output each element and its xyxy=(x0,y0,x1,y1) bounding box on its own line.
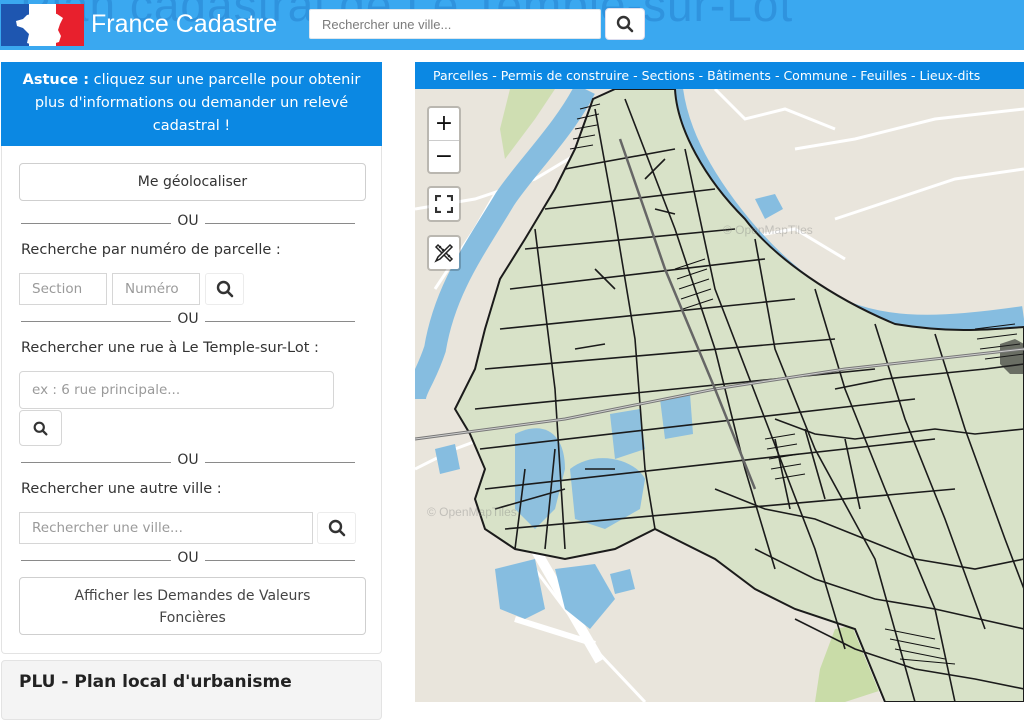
zoom-out-button[interactable]: − xyxy=(429,140,459,172)
map-pond xyxy=(660,394,693,439)
search-panel: Me géolocaliser OU Recherche par numéro … xyxy=(1,146,382,654)
tip-label: Astuce : xyxy=(22,72,90,88)
or-separator: OU xyxy=(21,452,355,470)
ruler-pencil-icon xyxy=(434,243,454,263)
street-search-button[interactable] xyxy=(19,410,62,446)
brand-name[interactable]: France Cadastre xyxy=(91,10,277,39)
map-layers-bar: Parcelles - Permis de construire - Sections -… xyxy=(415,62,1024,89)
search-icon xyxy=(328,519,345,537)
map-attribution-faded: © OpenMapTiles xyxy=(427,505,517,519)
zoom-in-button[interactable]: + xyxy=(429,108,459,140)
city-search-input[interactable] xyxy=(19,512,313,544)
or-separator: OU xyxy=(21,550,355,568)
parcel-number-input[interactable] xyxy=(112,273,200,305)
fullscreen-button[interactable] xyxy=(429,188,459,220)
section-input[interactable] xyxy=(19,273,107,305)
search-icon xyxy=(33,421,48,435)
measure-draw-button[interactable] xyxy=(429,237,459,269)
header-city-search-input[interactable] xyxy=(309,9,601,39)
dvf-button-line1: Afficher les Demandes de Valeurs xyxy=(74,588,311,604)
layer-commune[interactable]: Commune xyxy=(783,68,847,83)
tip-banner: Astuce : cliquez sur une parcelle pour o… xyxy=(1,62,382,146)
search-icon xyxy=(616,15,634,33)
layer-feuilles[interactable]: Feuilles xyxy=(860,68,907,83)
plu-title[interactable]: PLU - Plan local d'urbanisme xyxy=(19,672,292,692)
draw-control xyxy=(427,235,461,271)
street-search-input[interactable] xyxy=(19,371,334,409)
parcel-search-label: Recherche par numéro de parcelle : xyxy=(21,242,281,258)
city-search-label: Rechercher une autre ville : xyxy=(21,481,222,497)
or-separator: OU xyxy=(21,213,355,231)
cadastral-map[interactable]: © OpenMapTiles © OpenMapTiles + − xyxy=(415,89,1024,702)
layer-permis-de-construire[interactable]: Permis de construire xyxy=(501,68,629,83)
city-search-button[interactable] xyxy=(317,512,356,544)
sidebar: Astuce : cliquez sur une parcelle pour o… xyxy=(0,62,383,720)
france-map-icon xyxy=(16,7,63,45)
map-attribution: © OpenMapTiles xyxy=(723,223,813,237)
map-canvas[interactable] xyxy=(415,89,1024,702)
header-search-button[interactable] xyxy=(605,8,645,40)
top-header: Plan cadastral de Le Temple-sur-Lot Fran… xyxy=(0,0,1024,50)
geolocate-button[interactable]: Me géolocaliser xyxy=(19,163,366,201)
search-icon xyxy=(216,280,233,298)
parcel-search-button[interactable] xyxy=(205,273,244,305)
fullscreen-control xyxy=(427,186,461,222)
layer-batiments[interactable]: Bâtiments xyxy=(707,68,771,83)
or-separator: OU xyxy=(21,311,355,329)
layer-lieux-dits[interactable]: Lieux-dits xyxy=(920,68,981,83)
dvf-button[interactable]: Afficher les Demandes de Valeurs Foncièr… xyxy=(19,577,366,635)
france-flag-logo[interactable] xyxy=(1,4,84,46)
layer-sections[interactable]: Sections xyxy=(642,68,695,83)
layer-parcelles[interactable]: Parcelles xyxy=(433,68,488,83)
street-search-label: Rechercher une rue à Le Temple-sur-Lot : xyxy=(21,340,319,356)
zoom-control: + − xyxy=(427,106,461,174)
dvf-button-line2: Foncières xyxy=(159,610,226,626)
fullscreen-icon xyxy=(435,195,453,213)
plu-panel[interactable]: PLU - Plan local d'urbanisme xyxy=(1,660,382,720)
